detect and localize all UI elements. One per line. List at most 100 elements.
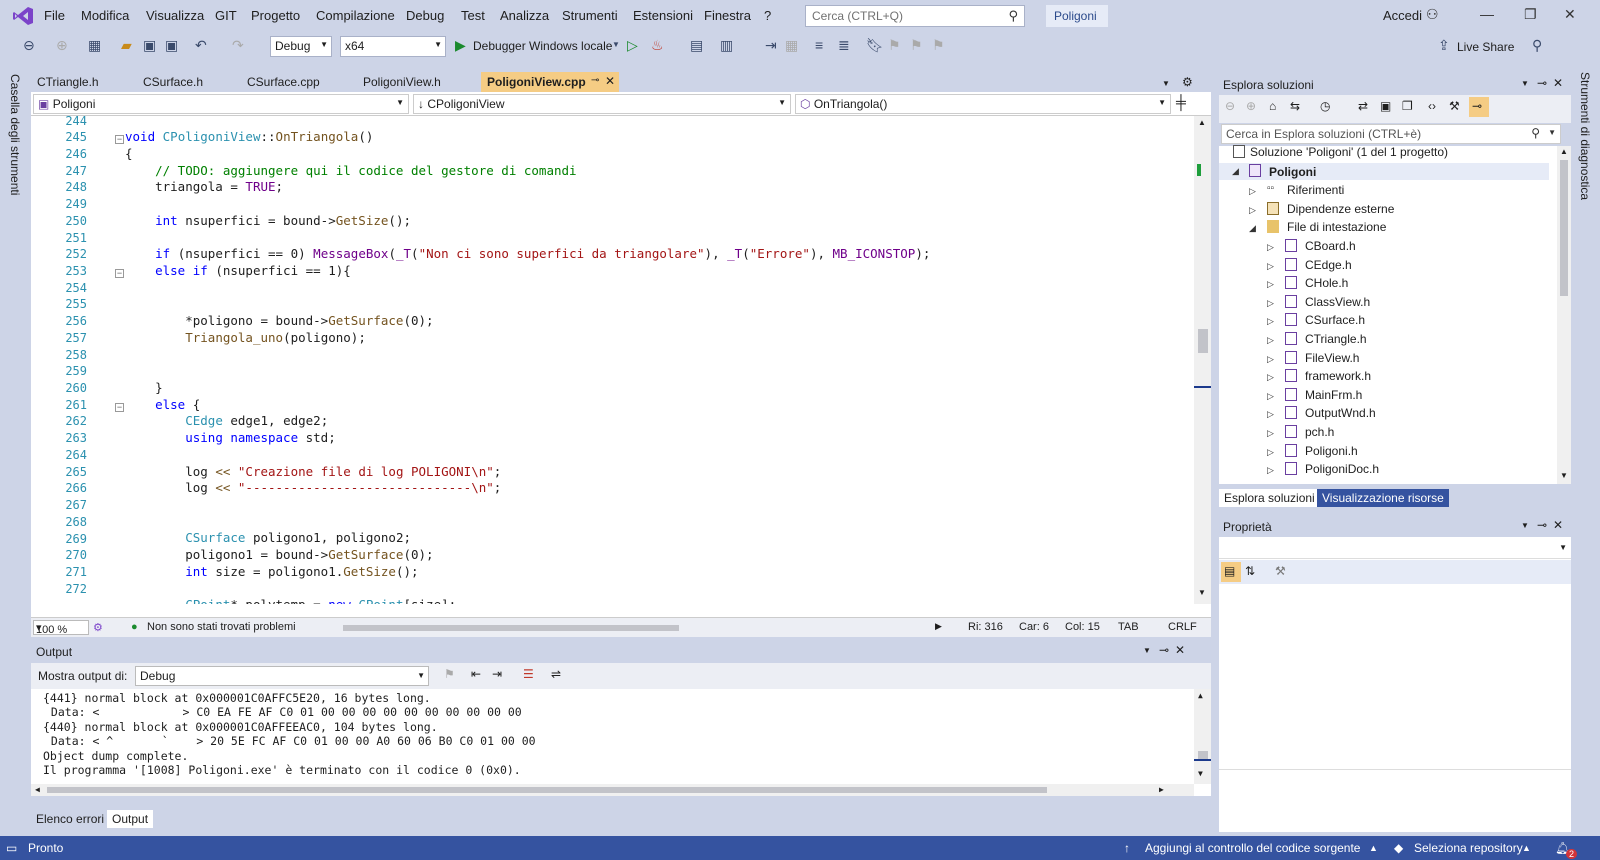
hot-reload-icon[interactable]: ♨ — [651, 37, 664, 54]
layout-icon[interactable]: ▥ — [720, 37, 733, 54]
menu-visualizza[interactable]: Visualizza — [144, 8, 206, 23]
collapsed-icon[interactable]: ▷ — [1267, 316, 1274, 327]
scroll-down-icon[interactable]: ▼ — [1198, 769, 1203, 778]
save-icon[interactable]: ▣ — [143, 37, 156, 54]
output-vertical-scrollbar[interactable]: ▲ ▼ — [1194, 689, 1211, 784]
scroll-thumb[interactable] — [1198, 751, 1208, 759]
search-input[interactable]: Cerca (CTRL+Q) ⚲ — [805, 5, 1025, 27]
close-tab-icon[interactable]: ✕ — [605, 74, 615, 88]
member-dropdown[interactable]: ⬡ OnTriangola() ▼ — [795, 94, 1171, 114]
scroll-up-icon[interactable]: ▲ — [1560, 147, 1568, 156]
close-icon[interactable]: ✕ — [1564, 6, 1576, 23]
scroll-down-icon[interactable]: ▼ — [1198, 588, 1206, 597]
toolbox-tab[interactable]: Casella degli strumenti — [8, 74, 22, 195]
panel-menu-icon[interactable]: ▼ — [1521, 521, 1529, 530]
code-area[interactable]: void CPoligoniView::OnTriangola() { // T… — [125, 116, 1195, 604]
menu-analizza[interactable]: Analizza — [498, 8, 551, 23]
forward-icon[interactable]: ⊕ — [56, 37, 68, 54]
collapsed-icon[interactable]: ▷ — [1249, 205, 1256, 216]
live-share-button[interactable]: Live Share — [1457, 40, 1514, 54]
collapsed-icon[interactable]: ▷ — [1267, 354, 1274, 365]
sync-icon[interactable]: ⇄ — [1358, 99, 1368, 113]
collapsed-icon[interactable]: ▷ — [1267, 298, 1274, 309]
close-panel-icon[interactable]: ✕ — [1553, 518, 1563, 532]
pin-icon[interactable]: ⊸ — [591, 75, 599, 86]
fold-toggle-icon[interactable]: − — [115, 269, 124, 278]
show-all-files-icon[interactable]: ❐ — [1402, 99, 1413, 113]
redo-icon[interactable]: ↷ — [232, 37, 244, 54]
debugger-select[interactable]: Debugger Windows locale — [473, 39, 612, 53]
menu-progetto[interactable]: Progetto — [249, 8, 302, 23]
word-wrap-icon[interactable]: ⇌ — [551, 667, 561, 681]
step-icon[interactable]: ⇥ — [765, 37, 777, 54]
visual-studio-logo-icon[interactable] — [12, 6, 34, 26]
tab-resource-view[interactable]: Visualizzazione risorse — [1317, 489, 1449, 507]
collapsed-icon[interactable]: ▷ — [1267, 261, 1274, 272]
start-debug-icon[interactable]: ▶ — [455, 37, 466, 54]
chevron-down-icon[interactable]: ▼ — [612, 40, 620, 49]
collapsed-icon[interactable]: ▷ — [1267, 428, 1274, 439]
scroll-right-icon[interactable]: ▶ — [1159, 785, 1164, 794]
scroll-up-icon[interactable]: ▲ — [1198, 118, 1206, 127]
scope-dropdown[interactable]: ↓ CPoligoniView ▼ — [413, 94, 791, 114]
intellicode-icon[interactable]: ⚙ — [93, 621, 103, 634]
account-icon[interactable]: ⚇ — [1426, 6, 1439, 23]
line-ending[interactable]: CRLF — [1168, 621, 1197, 633]
output-text[interactable]: {441} normal block at 0x000001C0AFFC5E20… — [31, 689, 1211, 796]
upload-icon[interactable]: ↑ — [1124, 841, 1130, 855]
select-repository-button[interactable]: Seleziona repository — [1414, 841, 1523, 855]
preview-selected-icon[interactable]: ⊸ — [1469, 97, 1489, 117]
object-select[interactable]: ▼ — [1219, 537, 1571, 559]
indent-mode[interactable]: TAB — [1118, 621, 1139, 633]
problems-status[interactable]: Non sono stati trovati problemi — [147, 621, 296, 633]
source-control-button[interactable]: Aggiungi al controllo del codice sorgent… — [1145, 841, 1360, 855]
bookmark-icon[interactable]: 🔖︎ — [866, 37, 884, 54]
collapsed-icon[interactable]: ▷ — [1267, 391, 1274, 402]
comment-icon[interactable]: ≡ — [815, 37, 823, 53]
pin-icon[interactable]: ⊸ — [1159, 643, 1169, 657]
view-code-icon[interactable]: ‹› — [1428, 99, 1436, 113]
format-icon[interactable]: ▦ — [785, 37, 798, 54]
switch-views-icon[interactable]: ⇆ — [1290, 99, 1300, 113]
tab-ctriangle-h[interactable]: CTriangle.h — [31, 72, 105, 92]
output-source-select[interactable]: Debug ▼ — [135, 666, 429, 686]
pin-icon[interactable]: ⊸ — [1537, 76, 1547, 90]
fold-toggle-icon[interactable]: − — [115, 135, 124, 144]
home-icon[interactable]: ⌂ — [1269, 99, 1276, 113]
save-all-icon[interactable]: ▣ — [165, 37, 178, 54]
expanded-icon[interactable]: ◢ — [1232, 166, 1239, 177]
alphabetical-icon[interactable]: ⇅ — [1245, 564, 1255, 578]
horizontal-scroll-thumb[interactable] — [343, 625, 679, 631]
chevron-up-icon[interactable]: ▲ — [1522, 843, 1531, 853]
pending-changes-icon[interactable]: ◷ — [1320, 99, 1330, 113]
collapsed-icon[interactable]: ▷ — [1267, 335, 1274, 346]
find-message-icon[interactable]: ⚑ — [444, 667, 455, 681]
configuration-select[interactable]: Debug ▼ — [270, 36, 332, 57]
menu-compilazione[interactable]: Compilazione — [314, 8, 397, 23]
zoom-select[interactable]: 100 % ▾ — [33, 620, 89, 636]
start-without-debug-icon[interactable]: ▷ — [627, 37, 638, 54]
collapsed-icon[interactable]: ▷ — [1249, 186, 1256, 197]
scroll-down-icon[interactable]: ▼ — [1560, 471, 1568, 480]
expanded-icon[interactable]: ◢ — [1249, 223, 1256, 234]
menu-strumenti[interactable]: Strumenti — [560, 8, 620, 23]
tree-scrollbar[interactable]: ▲ ▼ — [1557, 146, 1571, 484]
scroll-thumb[interactable] — [47, 787, 1047, 793]
project-dropdown[interactable]: ▣ Poligoni ▼ — [33, 94, 409, 114]
code-editor[interactable]: 244 245 246 247 248 249 250 251 252 253 … — [31, 114, 1211, 617]
scroll-up-icon[interactable]: ▲ — [1198, 691, 1203, 700]
collapsed-icon[interactable]: ▷ — [1267, 447, 1274, 458]
tab-csurface-cpp[interactable]: CSurface.cpp — [241, 72, 326, 92]
panel-menu-icon[interactable]: ▼ — [1521, 79, 1529, 88]
chevron-down-icon[interactable]: ▼ — [1548, 128, 1556, 137]
properties-icon[interactable]: ⚒ — [1449, 99, 1460, 113]
next-bookmark-icon[interactable]: ⚑ — [910, 37, 923, 54]
collapse-all-icon[interactable]: ▣ — [1380, 99, 1391, 113]
collapsed-icon[interactable]: ▷ — [1267, 409, 1274, 420]
platform-select[interactable]: x64 ▼ — [340, 36, 446, 57]
fold-toggle-icon[interactable]: − — [115, 403, 124, 412]
forward-icon[interactable]: ⊕ — [1246, 99, 1256, 113]
sign-in-link[interactable]: Accedi — [1383, 8, 1422, 23]
menu-estensioni[interactable]: Estensioni — [631, 8, 695, 23]
clear-all-icon[interactable]: ☰ — [523, 667, 534, 681]
